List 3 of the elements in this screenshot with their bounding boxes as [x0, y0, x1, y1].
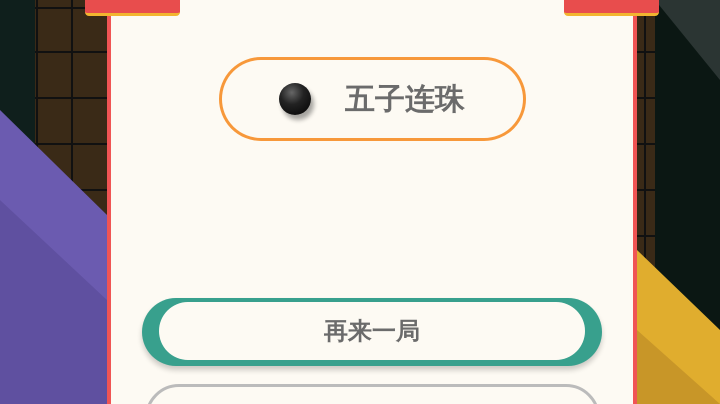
stone-icon — [279, 83, 311, 115]
play-again-button[interactable]: 再来一局 — [142, 298, 602, 366]
game-title: 五子连珠 — [345, 80, 465, 118]
